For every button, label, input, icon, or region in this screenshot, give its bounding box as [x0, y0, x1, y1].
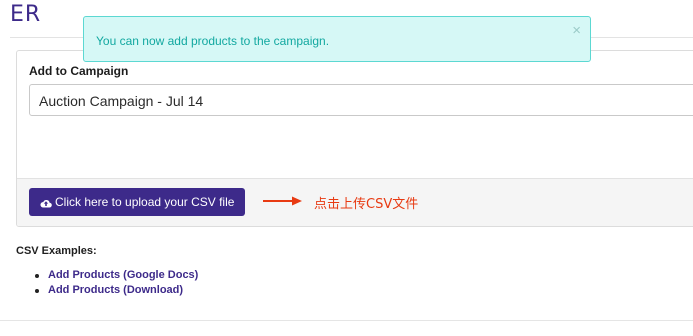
csv-examples-heading: CSV Examples: [16, 245, 97, 257]
bottom-divider [0, 320, 693, 321]
download-example-link[interactable]: Add Products (Download) [48, 284, 183, 296]
list-item: Add Products (Google Docs) [33, 268, 198, 283]
csv-examples-list: Add Products (Google Docs) Add Products … [33, 268, 198, 298]
panel-footer: Click here to upload your CSV file 点击上传C… [17, 178, 693, 226]
close-icon[interactable]: × [572, 23, 581, 38]
page-title: ER [10, 2, 42, 27]
success-alert: You can now add products to the campaign… [83, 16, 591, 62]
google-docs-example-link[interactable]: Add Products (Google Docs) [48, 269, 198, 281]
upload-button-label: Click here to upload your CSV file [55, 195, 235, 209]
add-to-campaign-panel: Add to Campaign Auction Campaign - Jul 1… [16, 50, 693, 227]
add-to-campaign-label: Add to Campaign [29, 64, 129, 78]
cloud-upload-icon [40, 190, 52, 218]
upload-csv-button[interactable]: Click here to upload your CSV file [29, 188, 246, 218]
list-item: Add Products (Download) [33, 283, 198, 298]
upload-annotation: 点击上传CSV文件 [314, 197, 419, 212]
campaign-select-value: Auction Campaign - Jul 14 [39, 93, 204, 109]
arrow-right-icon [263, 196, 302, 206]
alert-message: You can now add products to the campaign… [96, 34, 330, 48]
campaign-select[interactable]: Auction Campaign - Jul 14 [29, 84, 693, 116]
